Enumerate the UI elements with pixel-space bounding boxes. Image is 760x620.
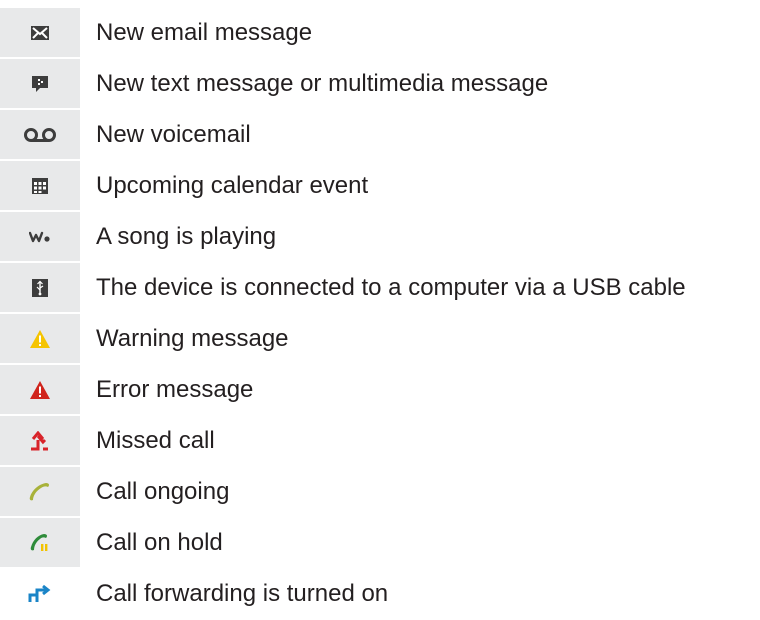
- list-item: Call ongoing: [0, 467, 760, 518]
- item-label: The device is connected to a computer vi…: [96, 274, 686, 301]
- icon-cell: [0, 263, 80, 312]
- walkman-icon: [29, 231, 50, 242]
- status-icon-list: New email message New text message or mu…: [0, 8, 760, 620]
- item-label: Error message: [96, 376, 254, 403]
- text-message-icon: [32, 75, 48, 92]
- list-item: New email message: [0, 8, 760, 59]
- item-label: Upcoming calendar event: [96, 172, 369, 199]
- item-label: Call forwarding is turned on: [96, 580, 389, 607]
- item-label: New text message or multimedia message: [96, 70, 549, 97]
- list-item: Call forwarding is turned on: [0, 569, 760, 620]
- list-item: Error message: [0, 365, 760, 416]
- calendar-icon: [32, 177, 48, 194]
- call-ongoing-icon: [29, 482, 50, 500]
- list-item: The device is connected to a computer vi…: [0, 263, 760, 314]
- list-item: New voicemail: [0, 110, 760, 161]
- item-label: Missed call: [96, 427, 215, 454]
- icon-cell: [0, 110, 80, 159]
- icon-cell: [0, 8, 80, 57]
- warning-icon: [30, 329, 50, 348]
- item-label: Warning message: [96, 325, 289, 352]
- icon-cell: [0, 365, 80, 414]
- list-item: New text message or multimedia message: [0, 59, 760, 110]
- error-icon: [30, 380, 50, 399]
- email-icon: [31, 25, 49, 40]
- item-label: Call ongoing: [96, 478, 230, 505]
- call-forwarding-icon: [28, 584, 51, 602]
- item-label: Call on hold: [96, 529, 223, 556]
- icon-cell: [0, 314, 80, 363]
- voicemail-icon: [24, 127, 56, 142]
- icon-cell: [0, 518, 80, 567]
- icon-cell: [0, 161, 80, 210]
- usb-icon: [32, 278, 48, 297]
- list-item: Upcoming calendar event: [0, 161, 760, 212]
- call-on-hold-icon: [30, 533, 48, 551]
- item-label: New voicemail: [96, 121, 251, 148]
- item-label: A song is playing: [96, 223, 277, 250]
- icon-cell: [0, 59, 80, 108]
- list-item: Call on hold: [0, 518, 760, 569]
- list-item: Warning message: [0, 314, 760, 365]
- item-label: New email message: [96, 19, 313, 46]
- list-item: A song is playing: [0, 212, 760, 263]
- icon-cell: [0, 569, 80, 618]
- icon-cell: [0, 416, 80, 465]
- list-item: Missed call: [0, 416, 760, 467]
- missed-call-icon: [31, 430, 48, 450]
- icon-cell: [0, 212, 80, 261]
- icon-cell: [0, 467, 80, 516]
